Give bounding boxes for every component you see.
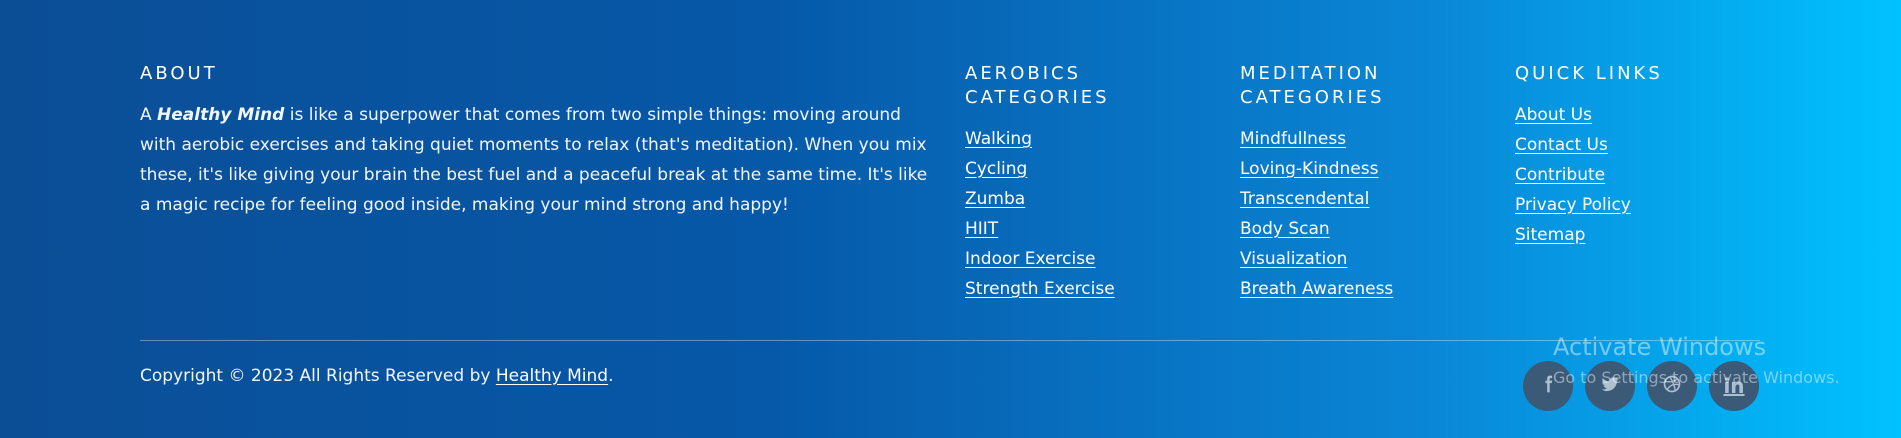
list-item: Cycling [965, 154, 1215, 184]
meditation-heading-line1: MEDITATION [1240, 63, 1381, 84]
quick-links-list: About Us Contact Us Contribute Privacy P… [1515, 100, 1765, 250]
about-text: A Healthy Mind is like a superpower that… [140, 100, 930, 220]
list-item: Contribute [1515, 160, 1765, 190]
list-item: Breath Awareness [1240, 274, 1490, 304]
quick-links-heading: QUICK LINKS [1515, 63, 1663, 84]
list-item: Privacy Policy [1515, 190, 1765, 220]
meditation-link-body-scan[interactable]: Body Scan [1240, 219, 1330, 239]
quick-link-sitemap[interactable]: Sitemap [1515, 225, 1585, 245]
meditation-categories-section: MEDITATION CATEGORIES Mindfullness Lovin… [1240, 62, 1490, 304]
quick-link-about-us[interactable]: About Us [1515, 105, 1592, 125]
about-heading: ABOUT [140, 63, 218, 84]
aerobics-heading: AEROBICS CATEGORIES [965, 62, 1215, 110]
list-item: Transcendental [1240, 184, 1490, 214]
aerobics-links: Walking Cycling Zumba HIIT Indoor Exerci… [965, 124, 1215, 304]
site-footer: ABOUT A Healthy Mind is like a superpowe… [0, 0, 1901, 438]
about-section: ABOUT A Healthy Mind is like a superpowe… [140, 62, 930, 220]
watermark-title: Activate Windows [1553, 333, 1767, 361]
copyright-prefix: Copyright © 2023 All Rights Reserved by [140, 366, 491, 386]
about-text-prefix: A [140, 105, 152, 125]
list-item: About Us [1515, 100, 1765, 130]
list-item: Zumba [965, 184, 1215, 214]
meditation-link-transcendental[interactable]: Transcendental [1240, 189, 1369, 209]
aerobics-link-cycling[interactable]: Cycling [965, 159, 1027, 179]
aerobics-link-walking[interactable]: Walking [965, 129, 1032, 149]
list-item: Strength Exercise [965, 274, 1215, 304]
list-item: Walking [965, 124, 1215, 154]
meditation-link-visualization[interactable]: Visualization [1240, 249, 1347, 269]
watermark-subtitle: Go to Settings to activate Windows. [1553, 368, 1840, 387]
list-item: Contact Us [1515, 130, 1765, 160]
list-item: Visualization [1240, 244, 1490, 274]
aerobics-link-indoor-exercise[interactable]: Indoor Exercise [965, 249, 1096, 269]
about-brand: Healthy Mind [157, 105, 285, 125]
aerobics-link-strength-exercise[interactable]: Strength Exercise [965, 279, 1115, 299]
quick-link-privacy-policy[interactable]: Privacy Policy [1515, 195, 1631, 215]
quick-link-contact-us[interactable]: Contact Us [1515, 135, 1608, 155]
aerobics-link-hiit[interactable]: HIIT [965, 219, 998, 239]
list-item: Body Scan [1240, 214, 1490, 244]
meditation-link-mindfullness[interactable]: Mindfullness [1240, 129, 1346, 149]
aerobics-categories-section: AEROBICS CATEGORIES Walking Cycling Zumb… [965, 62, 1215, 304]
copyright-brand-link[interactable]: Healthy Mind [496, 366, 608, 386]
meditation-link-loving-kindness[interactable]: Loving-Kindness [1240, 159, 1378, 179]
meditation-heading-line2: CATEGORIES [1240, 87, 1385, 108]
quick-link-contribute[interactable]: Contribute [1515, 165, 1605, 185]
meditation-heading: MEDITATION CATEGORIES [1240, 62, 1490, 110]
aerobics-link-zumba[interactable]: Zumba [965, 189, 1025, 209]
list-item: Loving-Kindness [1240, 154, 1490, 184]
aerobics-heading-line1: AEROBICS [965, 63, 1082, 84]
windows-activation-watermark: Activate Windows Go to Settings to activ… [1553, 332, 1840, 390]
copyright-suffix: . [608, 366, 614, 386]
quick-links-section: QUICK LINKS About Us Contact Us Contribu… [1515, 62, 1765, 250]
meditation-links: Mindfullness Loving-Kindness Transcenden… [1240, 124, 1490, 304]
list-item: Sitemap [1515, 220, 1765, 250]
footer-divider [140, 340, 1760, 341]
meditation-link-breath-awareness[interactable]: Breath Awareness [1240, 279, 1393, 299]
list-item: HIIT [965, 214, 1215, 244]
aerobics-heading-line2: CATEGORIES [965, 87, 1110, 108]
list-item: Indoor Exercise [965, 244, 1215, 274]
list-item: Mindfullness [1240, 124, 1490, 154]
copyright-text: Copyright © 2023 All Rights Reserved by … [140, 362, 614, 390]
